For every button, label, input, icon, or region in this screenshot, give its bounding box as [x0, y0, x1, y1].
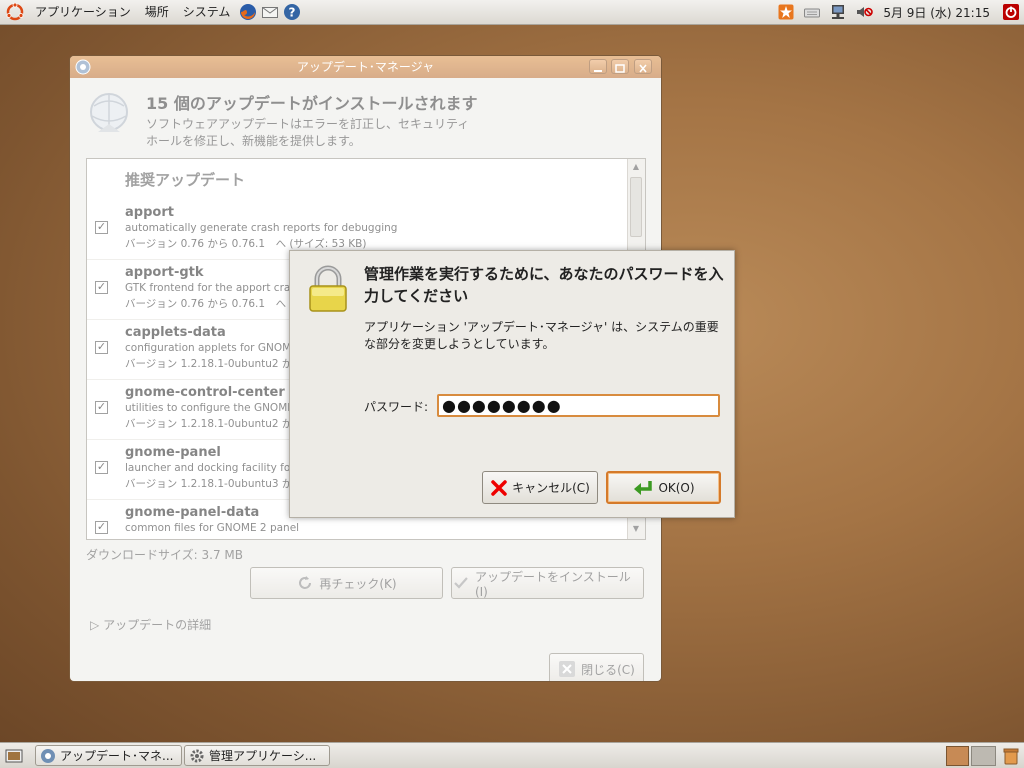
package-name: gnome-panel	[125, 445, 221, 460]
taskbar-item-admin-app[interactable]: 管理アプリケーシ...	[184, 745, 330, 766]
recheck-button[interactable]: 再チェック(K)	[250, 567, 443, 599]
package-name: capplets-data	[125, 325, 226, 340]
details-label: アップデートの詳細	[103, 618, 212, 632]
maximize-button[interactable]	[611, 59, 629, 74]
package-name: apport	[125, 205, 174, 220]
package-version: バージョン 0.76 から 0.76.1 へ (サ	[125, 298, 305, 310]
package-version: バージョン 0.76 から 0.76.1 へ (サイズ: 53 KB)	[125, 238, 367, 250]
install-label: アップデートをインストール(I)	[474, 569, 631, 599]
keyboard-icon[interactable]	[803, 3, 821, 21]
menu-places[interactable]: 場所	[138, 0, 176, 24]
ok-label: OK(O)	[658, 480, 695, 495]
package-description: GTK frontend for the apport crash	[125, 282, 303, 294]
clock[interactable]: 5月 9日 (水) 21:15	[877, 4, 998, 21]
package-checkbox[interactable]: ✓	[95, 461, 108, 474]
package-checkbox[interactable]: ✓	[95, 521, 108, 534]
package-description: utilities to configure the GNOME de	[125, 402, 311, 414]
firefox-icon[interactable]	[239, 3, 257, 21]
close-window-button[interactable]	[634, 59, 652, 74]
volume-muted-icon[interactable]	[855, 3, 874, 21]
update-manager-window-icon[interactable]	[75, 59, 91, 75]
update-manager-titlebar[interactable]: アップデート･マネージャ	[70, 56, 661, 78]
svg-text:?: ?	[289, 6, 296, 20]
install-updates-button[interactable]: アップデートをインストール(I)	[451, 567, 644, 599]
close-button[interactable]: 閉じる(C)	[549, 653, 644, 681]
lock-icon	[309, 265, 347, 312]
bottom-panel: アップデート･マネ... 管理アプリケーシ...	[0, 742, 1024, 768]
update-details-expander[interactable]: ▷ アップデートの詳細	[90, 616, 211, 633]
expander-arrow-icon: ▷	[90, 618, 100, 632]
package-version: バージョン 1.2.18.1-0ubuntu2 から	[125, 418, 303, 430]
password-label: パスワード:	[364, 400, 429, 414]
scroll-down-icon[interactable]: ▼	[630, 523, 642, 535]
refresh-icon	[299, 576, 312, 589]
package-name: gnome-control-center	[125, 385, 285, 400]
minimize-button[interactable]	[589, 59, 607, 74]
cancel-button[interactable]: キャンセル(C)	[482, 471, 598, 504]
task-label: アップデート･マネ...	[60, 749, 174, 763]
maximize-icon	[615, 64, 625, 73]
ubuntu-logo-icon[interactable]	[6, 3, 24, 21]
update-manager-task-icon	[41, 748, 55, 763]
recommended-updates-heading: 推奨アップデート	[125, 171, 246, 189]
taskbar-item-update-manager[interactable]: アップデート･マネ...	[35, 745, 182, 766]
gear-icon	[190, 749, 204, 762]
auth-message: アプリケーション 'アップデート･マネージャ' は、システムの重要な部分を変更し…	[364, 320, 719, 351]
cancel-label: キャンセル(C)	[512, 481, 590, 495]
help-icon[interactable]: ?	[283, 3, 301, 21]
network-icon[interactable]	[829, 3, 847, 21]
package-description: automatically generate crash reports for…	[125, 222, 398, 234]
download-size: ダウンロードサイズ: 3.7 MB	[86, 548, 243, 562]
ok-button[interactable]: OK(O)	[606, 471, 721, 504]
cancel-x-icon	[491, 479, 507, 496]
package-name: apport-gtk	[125, 265, 204, 280]
minimize-icon	[594, 70, 602, 72]
package-name: gnome-panel-data	[125, 505, 260, 520]
recheck-label: 再チェック(K)	[319, 576, 397, 591]
system-tray: 5月 9日 (水) 21:15	[773, 0, 1024, 24]
package-description: common files for GNOME 2 panel	[125, 522, 300, 534]
workspace-1[interactable]	[946, 746, 969, 766]
install-check-icon	[454, 577, 468, 589]
password-input[interactable]	[437, 394, 720, 417]
scroll-thumb[interactable]	[630, 177, 642, 237]
update-description: ソフトウェアアップデートはエラーを訂正し、セキュリティホールを修正し、新機能を提…	[146, 117, 470, 148]
package-checkbox[interactable]: ✓	[95, 281, 108, 294]
package-description: configuration applets for GNOME 2	[125, 342, 308, 354]
menu-system[interactable]: システム	[176, 0, 238, 24]
close-icon	[639, 64, 647, 73]
task-label: 管理アプリケーシ...	[209, 749, 317, 763]
package-checkbox[interactable]: ✓	[95, 221, 108, 234]
mail-icon[interactable]	[261, 3, 279, 21]
package-checkbox[interactable]: ✓	[95, 401, 108, 414]
power-icon[interactable]	[1002, 3, 1020, 21]
enter-arrow-icon	[634, 480, 653, 495]
package-description: launcher and docking facility for GN	[125, 462, 314, 474]
scroll-up-icon[interactable]: ▲	[630, 161, 642, 173]
package-version: バージョン 1.2.18.1-0ubuntu2 から	[125, 358, 303, 370]
trash-icon[interactable]	[1002, 747, 1020, 765]
auth-dialog: 管理作業を実行するために、あなたのパスワードを入力してください アプリケーション…	[289, 250, 735, 518]
close-label: 閉じる(C)	[581, 662, 635, 677]
update-manager-title: アップデート･マネージャ	[296, 60, 435, 74]
update-globe-icon	[90, 93, 128, 132]
update-count-title: 15 個のアップデートがインストールされます	[146, 94, 478, 113]
close-x-icon	[559, 661, 576, 677]
package-checkbox[interactable]: ✓	[95, 341, 108, 354]
auth-title: 管理作業を実行するために、あなたのパスワードを入力してください	[364, 265, 724, 305]
show-desktop-icon[interactable]	[5, 747, 23, 765]
package-version: バージョン 1.2.18.1-0ubuntu3 から	[125, 478, 303, 490]
update-notifier-icon[interactable]	[777, 3, 795, 21]
workspace-2[interactable]	[971, 746, 996, 766]
menu-applications[interactable]: アプリケーション	[28, 0, 138, 24]
top-panel: アプリケーション 場所 システム ? 5月 9日 (水) 21:15	[0, 0, 1024, 25]
